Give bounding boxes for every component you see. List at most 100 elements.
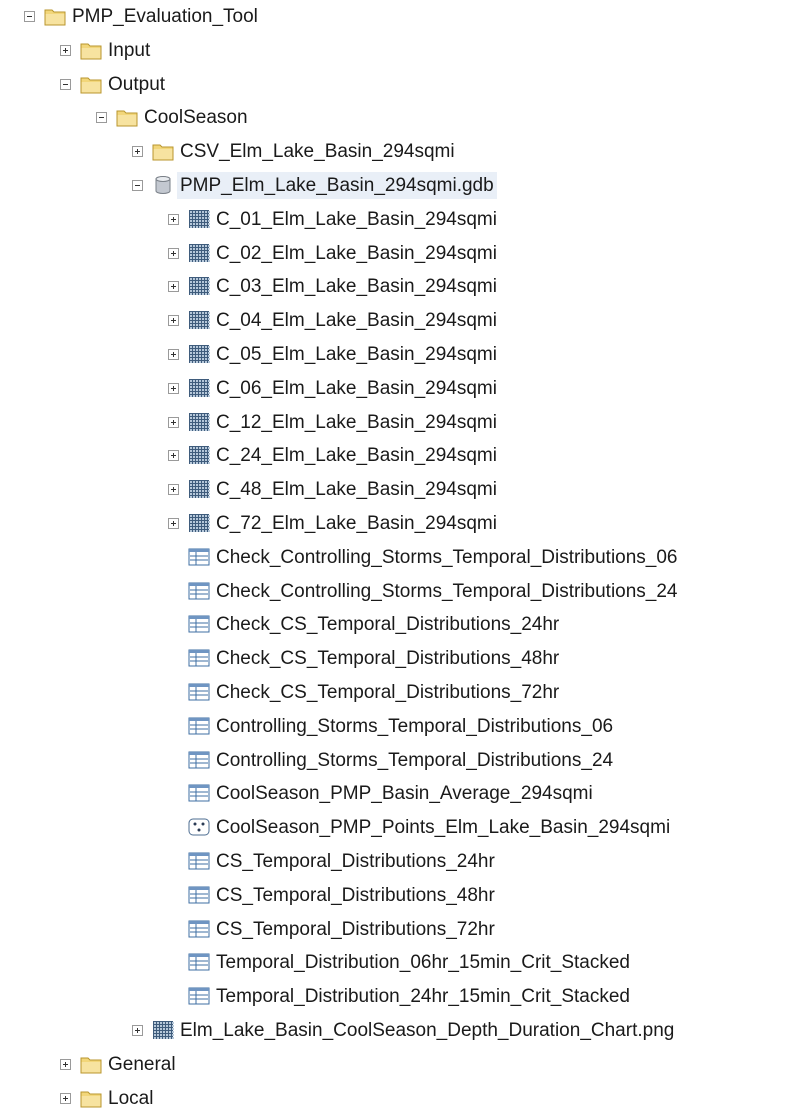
- raster-icon: [152, 1020, 174, 1040]
- tree-node[interactable]: CoolSeason: [0, 101, 809, 135]
- tree-node-label[interactable]: Check_Controlling_Storms_Temporal_Distri…: [213, 578, 681, 605]
- tree-node[interactable]: Check_CS_Temporal_Distributions_48hr: [0, 642, 809, 676]
- expand-icon[interactable]: [132, 146, 143, 158]
- tree-node-label[interactable]: Controlling_Storms_Temporal_Distribution…: [213, 747, 616, 774]
- tree-node-label[interactable]: Output: [105, 71, 168, 98]
- raster-icon: [188, 479, 210, 499]
- tree-node-label[interactable]: C_03_Elm_Lake_Basin_294sqmi: [213, 273, 500, 300]
- tree-node[interactable]: C_01_Elm_Lake_Basin_294sqmi: [0, 203, 809, 237]
- tree-node-label[interactable]: Temporal_Distribution_06hr_15min_Crit_St…: [213, 949, 633, 976]
- tree-node[interactable]: C_12_Elm_Lake_Basin_294sqmi: [0, 406, 809, 440]
- tree-node[interactable]: PMP_Evaluation_Tool: [0, 0, 809, 34]
- tree-node[interactable]: C_48_Elm_Lake_Basin_294sqmi: [0, 473, 809, 507]
- expand-icon[interactable]: [168, 281, 179, 293]
- tree-node[interactable]: CS_Temporal_Distributions_48hr: [0, 879, 809, 913]
- tree-node-label[interactable]: Check_CS_Temporal_Distributions_48hr: [213, 645, 562, 672]
- tree-node-label[interactable]: Temporal_Distribution_24hr_15min_Crit_St…: [213, 983, 633, 1010]
- tree-node[interactable]: CSV_Elm_Lake_Basin_294sqmi: [0, 135, 809, 169]
- tree-node[interactable]: General: [0, 1048, 809, 1082]
- tree-node-label[interactable]: General: [105, 1051, 179, 1078]
- expand-icon[interactable]: [168, 315, 179, 327]
- tree-node[interactable]: Controlling_Storms_Temporal_Distribution…: [0, 744, 809, 778]
- tree-node[interactable]: CS_Temporal_Distributions_72hr: [0, 913, 809, 947]
- expand-icon[interactable]: [168, 484, 179, 496]
- expand-icon[interactable]: [168, 416, 179, 428]
- tree-node-label[interactable]: Elm_Lake_Basin_CoolSeason_Depth_Duration…: [177, 1017, 677, 1044]
- expand-icon[interactable]: [60, 1058, 71, 1070]
- tree-node[interactable]: Local: [0, 1082, 809, 1116]
- tree-node-label[interactable]: CSV_Elm_Lake_Basin_294sqmi: [177, 138, 458, 165]
- expand-icon[interactable]: [60, 1092, 71, 1104]
- tree-node-label[interactable]: Check_Controlling_Storms_Temporal_Distri…: [213, 544, 681, 571]
- collapse-icon[interactable]: [24, 11, 35, 22]
- raster-icon: [188, 378, 210, 398]
- raster-icon: [188, 412, 210, 432]
- table-icon: [188, 851, 210, 871]
- collapse-icon[interactable]: [132, 180, 143, 191]
- tree-node-label[interactable]: C_72_Elm_Lake_Basin_294sqmi: [213, 510, 500, 537]
- tree-node[interactable]: C_72_Elm_Lake_Basin_294sqmi: [0, 507, 809, 541]
- tree-node[interactable]: Temporal_Distribution_24hr_15min_Crit_St…: [0, 980, 809, 1014]
- table-icon: [188, 682, 210, 702]
- expand-icon[interactable]: [168, 213, 179, 225]
- collapse-icon[interactable]: [96, 112, 107, 124]
- tree-node[interactable]: CoolSeason_PMP_Basin_Average_294sqmi: [0, 777, 809, 811]
- tree-node[interactable]: C_02_Elm_Lake_Basin_294sqmi: [0, 237, 809, 271]
- tree-node-label[interactable]: C_48_Elm_Lake_Basin_294sqmi: [213, 476, 500, 503]
- tree-node-label[interactable]: Local: [105, 1085, 156, 1112]
- table-icon: [188, 547, 210, 567]
- tree-node-label[interactable]: Input: [105, 37, 153, 64]
- tree-node-label[interactable]: C_24_Elm_Lake_Basin_294sqmi: [213, 442, 500, 469]
- tree-node[interactable]: Check_CS_Temporal_Distributions_72hr: [0, 676, 809, 710]
- tree-node-label[interactable]: Controlling_Storms_Temporal_Distribution…: [213, 713, 616, 740]
- table-icon: [188, 581, 210, 601]
- tree-node[interactable]: C_04_Elm_Lake_Basin_294sqmi: [0, 304, 809, 338]
- tree-node[interactable]: Input: [0, 34, 809, 68]
- tree-node[interactable]: Elm_Lake_Basin_CoolSeason_Depth_Duration…: [0, 1014, 809, 1048]
- tree-node[interactable]: Temporal_Distribution_06hr_15min_Crit_St…: [0, 946, 809, 980]
- tree-node-label[interactable]: PMP_Elm_Lake_Basin_294sqmi.gdb: [177, 172, 497, 199]
- tree-node-label[interactable]: CS_Temporal_Distributions_72hr: [213, 916, 498, 943]
- tree-node-label[interactable]: CoolSeason_PMP_Points_Elm_Lake_Basin_294…: [213, 814, 673, 841]
- tree-node[interactable]: PMP_Elm_Lake_Basin_294sqmi.gdb: [0, 169, 809, 203]
- tree-node-label[interactable]: C_01_Elm_Lake_Basin_294sqmi: [213, 206, 500, 233]
- tree-node[interactable]: C_05_Elm_Lake_Basin_294sqmi: [0, 338, 809, 372]
- tree-node-label[interactable]: C_05_Elm_Lake_Basin_294sqmi: [213, 341, 500, 368]
- tree-node[interactable]: C_06_Elm_Lake_Basin_294sqmi: [0, 372, 809, 406]
- tree-node[interactable]: CS_Temporal_Distributions_24hr: [0, 845, 809, 879]
- table-icon: [188, 648, 210, 668]
- tree-node-label[interactable]: PMP_Evaluation_Tool: [69, 3, 261, 30]
- tree-node[interactable]: C_24_Elm_Lake_Basin_294sqmi: [0, 439, 809, 473]
- tree-node-label[interactable]: C_02_Elm_Lake_Basin_294sqmi: [213, 240, 500, 267]
- tree-node-label[interactable]: C_12_Elm_Lake_Basin_294sqmi: [213, 409, 500, 436]
- tree-node[interactable]: Output: [0, 68, 809, 102]
- tree-node-label[interactable]: CS_Temporal_Distributions_24hr: [213, 848, 498, 875]
- expand-icon[interactable]: [168, 247, 179, 259]
- raster-icon: [188, 513, 210, 533]
- raster-icon: [188, 276, 210, 296]
- table-icon: [188, 750, 210, 770]
- expand-icon[interactable]: [168, 349, 179, 360]
- tree-node-label[interactable]: CS_Temporal_Distributions_48hr: [213, 882, 498, 909]
- expand-icon[interactable]: [168, 382, 179, 394]
- raster-icon: [188, 243, 210, 263]
- tree-node-label[interactable]: C_04_Elm_Lake_Basin_294sqmi: [213, 307, 500, 334]
- tree-node[interactable]: Check_Controlling_Storms_Temporal_Distri…: [0, 541, 809, 575]
- tree-node-label[interactable]: Check_CS_Temporal_Distributions_24hr: [213, 611, 562, 638]
- tree-node-label[interactable]: Check_CS_Temporal_Distributions_72hr: [213, 679, 562, 706]
- folder-icon: [80, 40, 102, 60]
- tree-node[interactable]: C_03_Elm_Lake_Basin_294sqmi: [0, 270, 809, 304]
- expand-icon[interactable]: [168, 518, 179, 529]
- collapse-icon[interactable]: [60, 78, 71, 90]
- tree-node-label[interactable]: CoolSeason_PMP_Basin_Average_294sqmi: [213, 780, 596, 807]
- expand-icon[interactable]: [168, 450, 179, 462]
- tree-node[interactable]: Check_CS_Temporal_Distributions_24hr: [0, 608, 809, 642]
- table-icon: [188, 885, 210, 905]
- tree-node[interactable]: Check_Controlling_Storms_Temporal_Distri…: [0, 575, 809, 609]
- expand-icon[interactable]: [60, 44, 71, 56]
- tree-node[interactable]: Controlling_Storms_Temporal_Distribution…: [0, 710, 809, 744]
- expand-icon[interactable]: [132, 1025, 143, 1036]
- tree-node-label[interactable]: C_06_Elm_Lake_Basin_294sqmi: [213, 375, 500, 402]
- tree-node-label[interactable]: CoolSeason: [141, 104, 251, 131]
- tree-node[interactable]: CoolSeason_PMP_Points_Elm_Lake_Basin_294…: [0, 811, 809, 845]
